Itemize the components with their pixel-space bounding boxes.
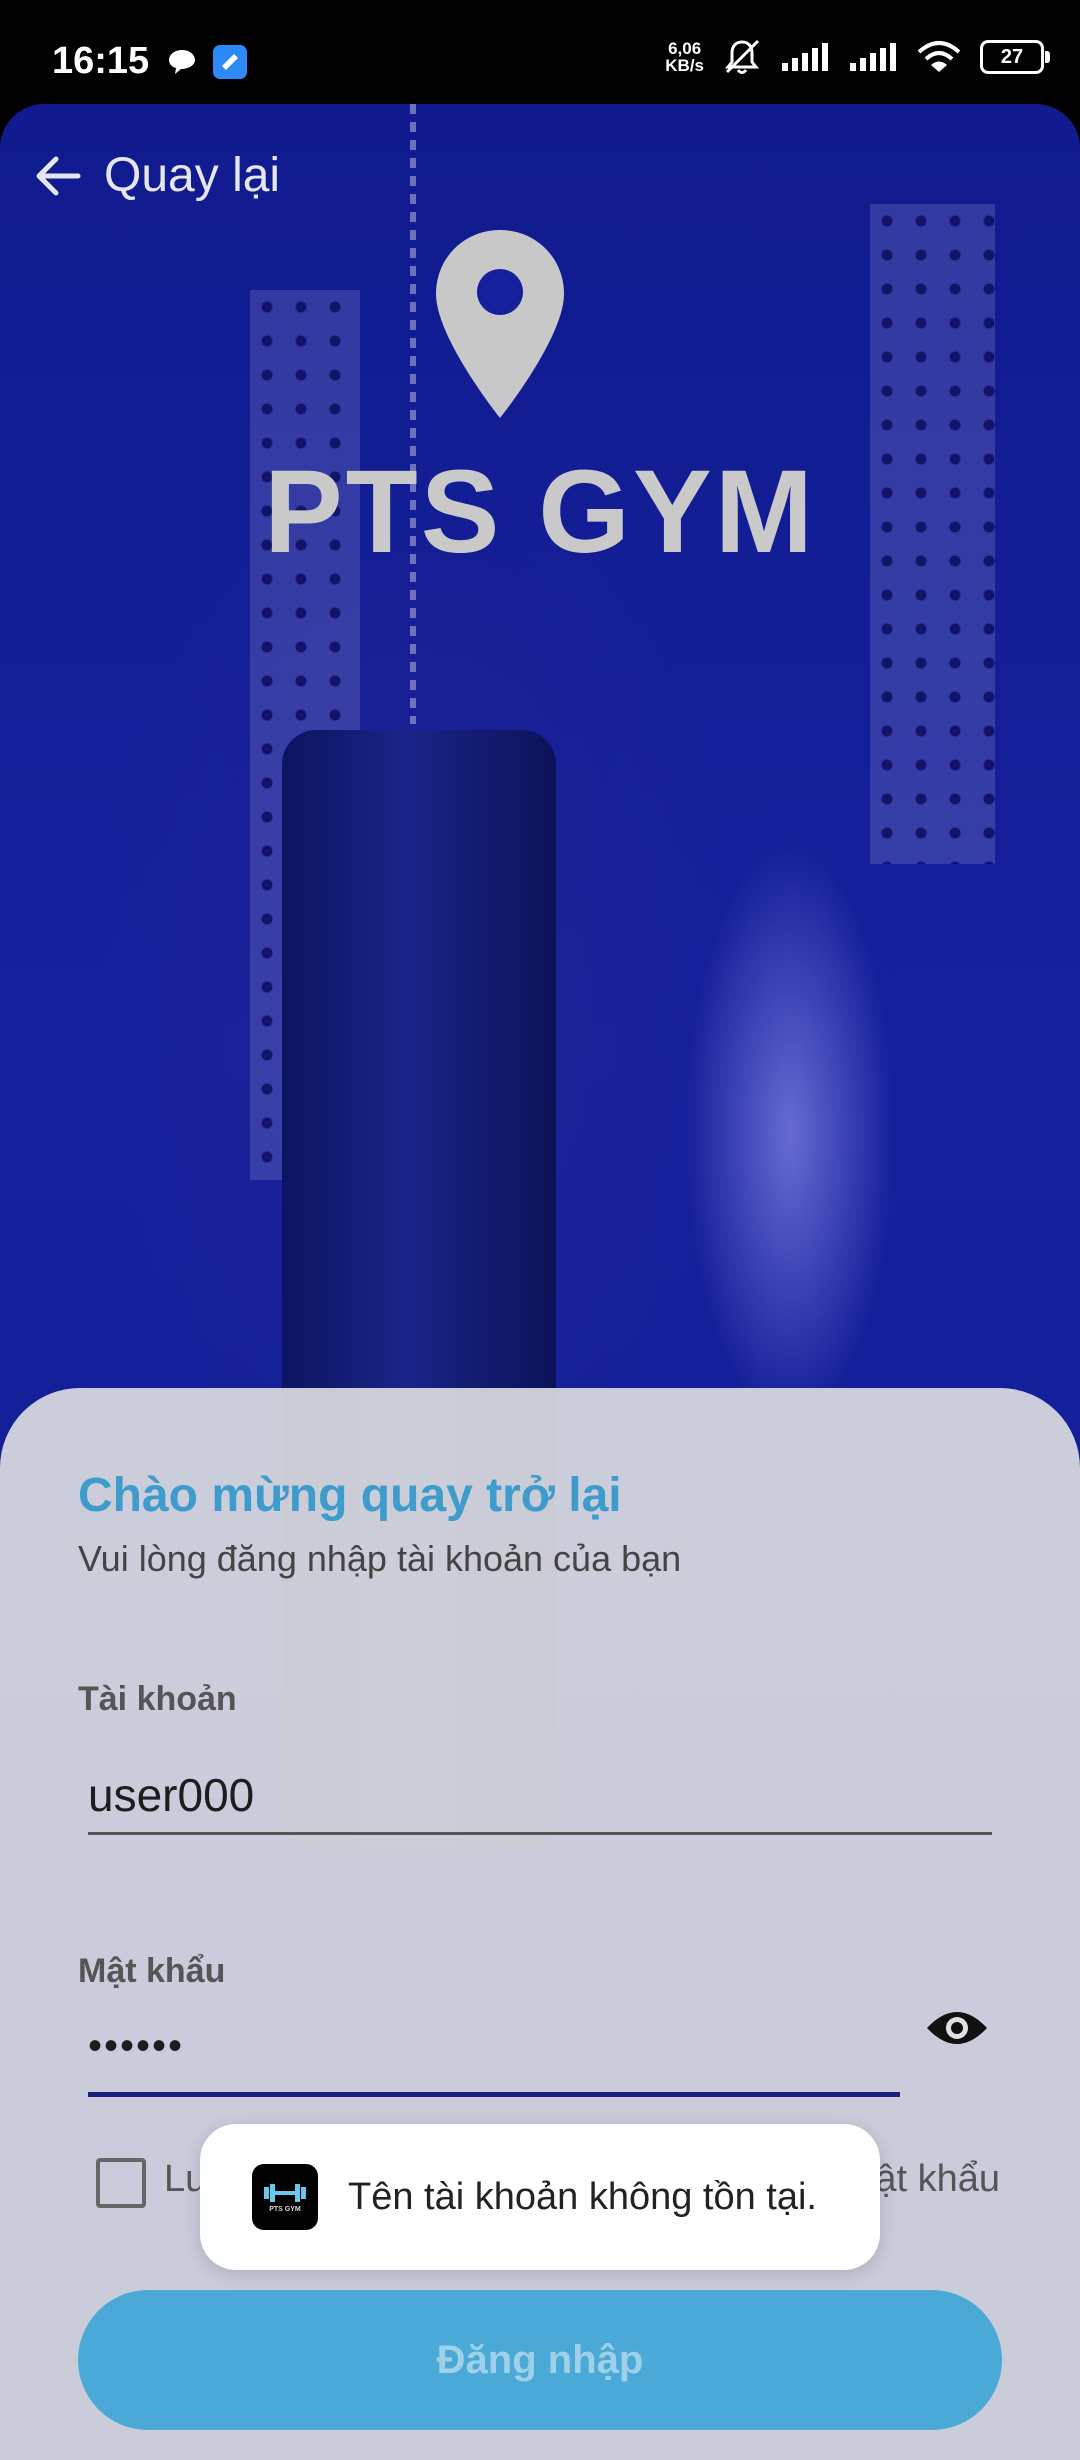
wifi-icon <box>917 41 961 72</box>
app-icon <box>213 45 247 79</box>
notification-icons <box>166 44 248 80</box>
toast-message: PTS GYM Tên tài khoản không tồn tại. <box>200 2124 880 2270</box>
signal-icon <box>850 43 896 71</box>
account-input[interactable]: user000 <box>88 1768 254 1822</box>
welcome-subtitle: Vui lòng đăng nhập tài khoản của bạn <box>78 1538 682 1579</box>
account-underline <box>88 1832 992 1835</box>
net-speed: 6,06 KB/s <box>665 39 704 75</box>
password-label: Mật khẩu <box>78 1952 226 1990</box>
eye-icon[interactable] <box>924 2006 990 2050</box>
signal-icon <box>782 43 828 71</box>
account-label: Tài khoản <box>78 1680 237 1718</box>
app-logo-icon: PTS GYM <box>252 2164 318 2230</box>
forgot-password-link[interactable]: ật khẩu <box>875 2158 1000 2201</box>
background-chain <box>410 104 416 724</box>
dumbbell-icon <box>264 2183 306 2202</box>
toast-text: Tên tài khoản không tồn tại. <box>348 2175 817 2218</box>
brand-title: PTS GYM <box>263 446 817 578</box>
remember-checkbox[interactable] <box>96 2158 146 2208</box>
back-button[interactable]: Quay lại <box>34 148 280 203</box>
system-icons: 6,06 KB/s 27 <box>665 38 1050 76</box>
password-underline <box>88 2092 900 2097</box>
login-button[interactable]: Đăng nhập <box>78 2290 1002 2430</box>
login-screen: Quay lại PTS GYM Chào mừng quay trở lại … <box>0 104 1080 2460</box>
toast-icon-text: PTS GYM <box>269 2205 301 2213</box>
status-bar: 16:15 6,06 KB/s 27 <box>0 0 1080 104</box>
arrow-left-icon <box>36 156 81 195</box>
battery-icon: 27 <box>980 40 1050 74</box>
login-sheet: Chào mừng quay trở lại Vui lòng đăng nhậ… <box>0 1388 1080 2460</box>
message-icon <box>169 50 195 74</box>
password-input[interactable]: •••••• <box>88 2024 184 2069</box>
mute-icon <box>724 39 760 74</box>
welcome-title: Chào mừng quay trở lại <box>78 1469 622 1522</box>
back-label: Quay lại <box>104 149 281 202</box>
location-pin-icon <box>436 230 564 418</box>
login-button-label: Đăng nhập <box>436 2337 644 2382</box>
status-time: 16:15 <box>52 40 150 82</box>
